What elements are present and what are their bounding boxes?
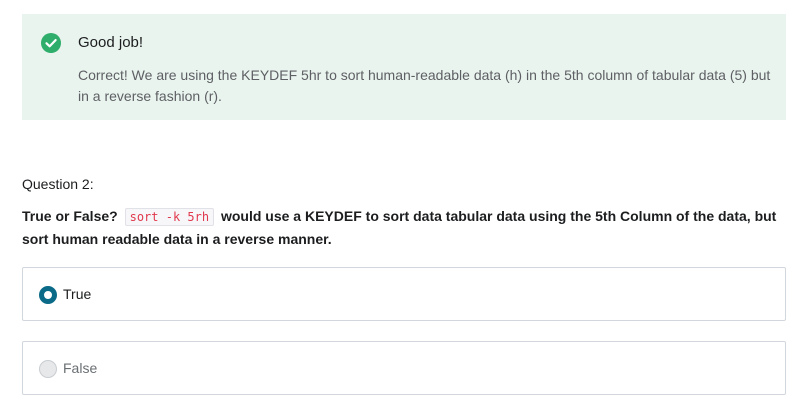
quiz-page: Good job! Correct! We are using the KEYD… [0,0,805,410]
radio-button-selected[interactable] [39,286,57,304]
question-prompt: True or False? sort -k 5rh would use a K… [22,205,792,250]
answer-option-true[interactable]: True [22,267,786,321]
code-snippet: sort -k 5rh [124,208,215,226]
feedback-message: Correct! We are using the KEYDEF 5hr to … [78,67,771,104]
check-circle-icon [41,33,61,53]
feedback-banner: Good job! Correct! We are using the KEYD… [22,14,786,120]
question-number: Question 2: [22,176,94,192]
radio-button-unselected[interactable] [39,360,57,378]
question-text-before: True or False? [22,208,118,224]
feedback-title: Good job! [78,34,144,51]
answer-option-false[interactable]: False [22,341,786,395]
answer-option-label: False [63,360,98,376]
answer-option-label: True [63,286,92,302]
